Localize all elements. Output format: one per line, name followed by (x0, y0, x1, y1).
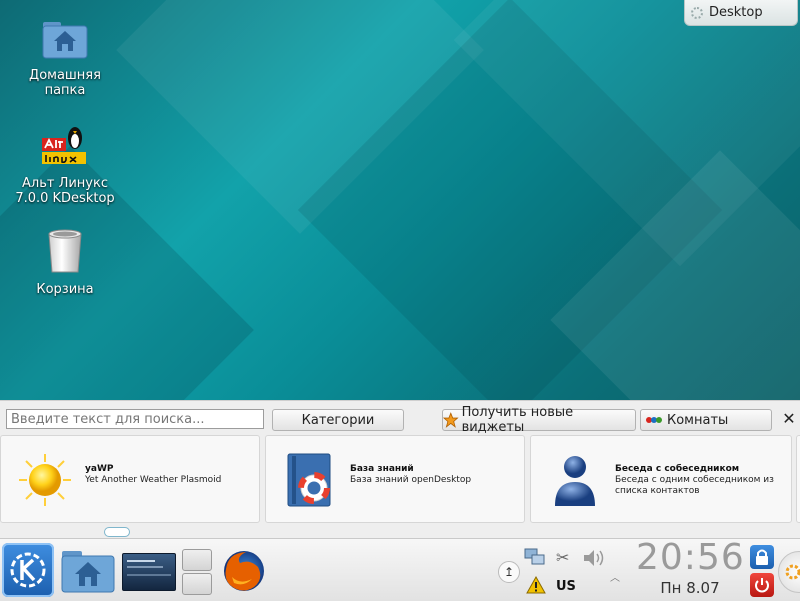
star-icon (443, 412, 459, 428)
activities-label: Комнаты (667, 412, 729, 428)
alt-linux-desktop-icon[interactable]: Альт Линукс 7.0.0 KDesktop (10, 122, 120, 206)
bottom-panel: ↥ ✂ ︿ US 20:56 Пн 8.07 (0, 538, 800, 601)
kde-logo-icon (10, 552, 46, 588)
clock-date: Пн 8.07 (660, 579, 720, 597)
desktop-toolbox-button[interactable]: Desktop (684, 0, 798, 26)
pager-desktop-2[interactable] (182, 573, 212, 595)
sun-weather-icon (19, 454, 71, 506)
widget-explorer: Категории Получить новые виджеты Комнаты… (0, 400, 800, 539)
desktop-icon-label: Альт Линукс 7.0.0 KDesktop (15, 176, 115, 206)
home-folder-desktop-icon[interactable]: Домашняя папка (10, 18, 120, 98)
desktop-icon-label: Домашняя папка (29, 68, 101, 98)
lock-screen-button[interactable] (750, 545, 774, 569)
firefox-launcher[interactable] (220, 547, 268, 595)
desktop-toolbox-label: Desktop (709, 5, 763, 20)
widget-card-yawp[interactable]: yaWP Yet Another Weather Plasmoid (0, 435, 260, 523)
widget-title: База знаний (350, 464, 414, 474)
pager-desktop-1[interactable] (182, 549, 212, 571)
cashew-icon (691, 6, 703, 19)
alt-linux-logo-icon (42, 127, 86, 164)
widget-card-chat[interactable]: Беседа с собеседником Беседа с одним соб… (530, 435, 792, 523)
knowledge-base-icon (287, 453, 331, 507)
widget-description: Yet Another Weather Plasmoid (85, 475, 222, 485)
activities-button[interactable]: Комнаты (640, 409, 772, 431)
system-tray-expand-button[interactable]: ↥ (498, 561, 520, 583)
widget-card-knowledge-base[interactable]: База знаний База знаний openDesktop (265, 435, 525, 523)
network-icon[interactable] (524, 547, 546, 567)
firefox-icon (224, 551, 264, 591)
folder-home-icon (42, 22, 88, 59)
trash-desktop-icon[interactable]: Корзина (10, 226, 120, 297)
power-icon (755, 578, 769, 593)
cashew-icon (785, 564, 800, 580)
folder-home-icon (61, 551, 115, 593)
show-desktop-button[interactable] (122, 553, 176, 591)
file-manager-launcher[interactable] (60, 547, 116, 595)
widget-description: База знаний openDesktop (350, 475, 472, 485)
categories-button-label: Категории (301, 412, 375, 428)
tray-chevron-icon[interactable]: ︿ (610, 569, 622, 584)
get-new-widgets-button[interactable]: Получить новые виджеты (442, 405, 636, 435)
kde-menu-button[interactable] (2, 543, 54, 597)
widget-title: Беседа с собеседником (615, 464, 740, 474)
activities-icon (646, 417, 662, 423)
volume-icon[interactable] (582, 547, 606, 569)
explorer-scroll-indicator[interactable] (104, 527, 130, 537)
categories-button[interactable]: Категории (272, 409, 404, 431)
close-explorer-button[interactable]: ✕ (780, 409, 798, 429)
get-new-widgets-label: Получить новые виджеты (461, 405, 574, 435)
clipboard-scissors-icon[interactable]: ✂ (556, 549, 574, 567)
contact-person-icon (555, 456, 595, 506)
updates-warning-icon[interactable] (526, 575, 546, 595)
desktop-preview-icon (127, 560, 171, 576)
trash-icon (48, 229, 82, 273)
widget-card-partial[interactable] (796, 435, 800, 523)
widget-search-input[interactable] (6, 409, 264, 429)
plasma-toolbox-button[interactable] (778, 551, 800, 593)
clock-time[interactable]: 20:56 (636, 539, 744, 577)
logout-button[interactable] (750, 573, 774, 597)
desktop-icon-label: Корзина (36, 282, 94, 297)
widget-title: yaWP (85, 464, 114, 474)
keyboard-layout-indicator[interactable]: US (556, 579, 576, 594)
lock-icon (756, 549, 768, 565)
widget-description: Беседа с одним собеседником из списка ко… (615, 475, 774, 496)
desktop-background: Домашняя папка Альт Линукс 7.0.0 KDeskto… (0, 0, 800, 400)
